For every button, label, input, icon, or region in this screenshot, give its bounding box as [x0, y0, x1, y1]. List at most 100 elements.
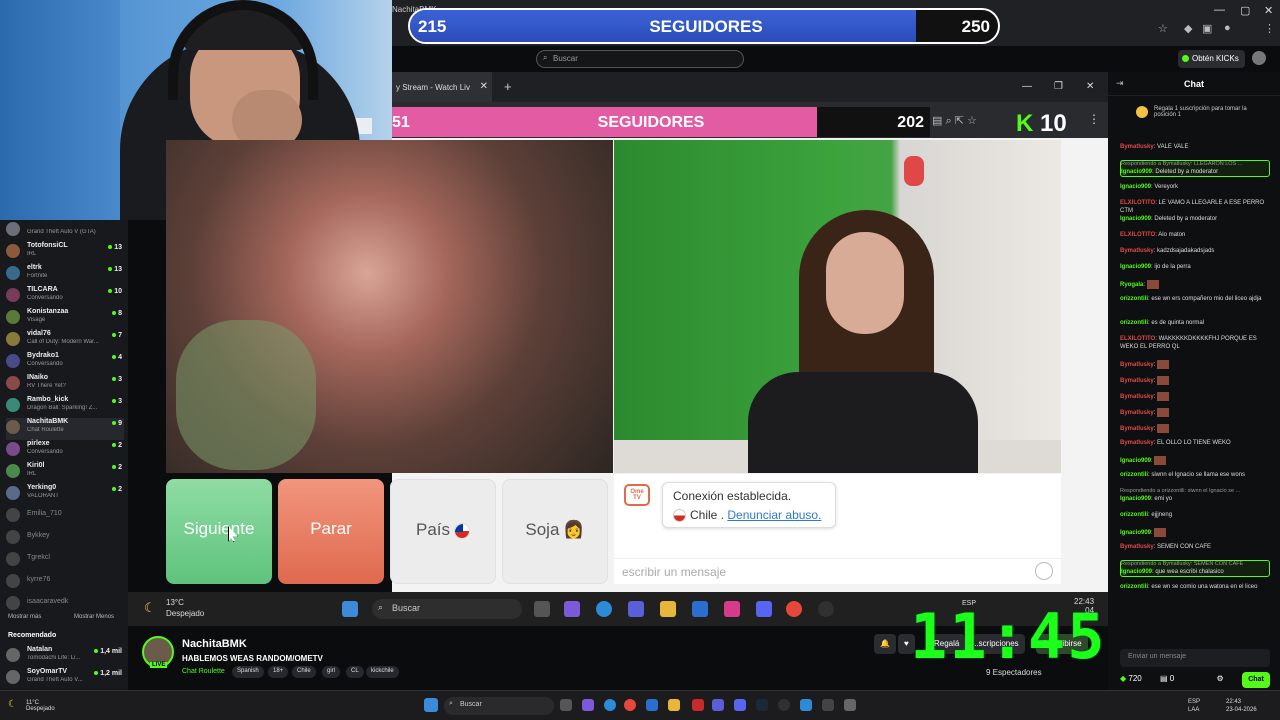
close-icon[interactable]: ✕ — [1264, 4, 1273, 17]
chat-message[interactable]: Ignacio909: ijo de la perra — [1120, 264, 1270, 272]
chat-username[interactable]: Ignacio909 — [1120, 530, 1151, 536]
store-icon[interactable] — [692, 601, 708, 617]
chat-message[interactable]: orizzontili: ese wn ers compañero mio de… — [1120, 296, 1270, 304]
outer-taskbar-search[interactable]: ⌕ Buscar — [444, 697, 554, 715]
chat-username[interactable]: ELXILOTITO — [1120, 232, 1155, 238]
app2-icon[interactable] — [800, 699, 812, 711]
emoji-icon[interactable] — [1035, 562, 1053, 580]
teams-icon[interactable] — [712, 699, 724, 711]
report-abuse-link[interactable]: Denunciar abuso. — [727, 508, 821, 522]
puzzle-icon[interactable]: ▣ — [1202, 22, 1212, 35]
chat-username[interactable]: Bymatlusky — [1120, 362, 1154, 368]
chat-message[interactable]: ELXILOTITO: LE VAMO A LLEGARLE A ESE PER… — [1120, 200, 1270, 215]
edge-icon[interactable] — [596, 601, 612, 617]
sidebar-channel[interactable]: Konistanzaa Visage 8 — [6, 308, 124, 330]
new-tab-icon[interactable]: + — [504, 79, 512, 94]
chat-message[interactable]: orizzontili: ese wn se comio una watona … — [1120, 584, 1270, 592]
copilot-icon[interactable] — [564, 601, 580, 617]
address-bar-icons[interactable]: ▤ ⌕ ⇱ ☆ — [932, 114, 977, 128]
sidebar-channel[interactable]: Grand Theft Auto V (GTA) — [6, 220, 124, 242]
chat-username[interactable]: Ignacio909 — [1121, 169, 1152, 175]
discord-icon[interactable] — [756, 601, 772, 617]
close-tab-icon[interactable]: ✕ — [480, 81, 488, 92]
sidebar-channel[interactable]: eltrk Fortnite 13 — [6, 264, 124, 286]
app3-icon[interactable] — [822, 699, 834, 711]
sidebar-offline-channel[interactable]: Bykkey — [6, 528, 124, 550]
chat-username[interactable]: ELXILOTITO — [1120, 200, 1155, 206]
obs-icon[interactable] — [778, 699, 790, 711]
menu-dots-icon[interactable]: ⋮ — [1264, 22, 1275, 35]
recommended-channel[interactable]: Natalan Tomodachi Life: Li... 1,4 mil — [6, 646, 124, 668]
chat-message[interactable]: Ryogala: — [1120, 280, 1270, 290]
chat-message[interactable]: Respondiendo a Bymatlusky: SEMEN CON CAF… — [1120, 560, 1270, 577]
sidebar-offline-channel[interactable]: Tgrekcl — [6, 550, 124, 572]
chat-message[interactable]: orizzontili: es de quinta normal — [1120, 320, 1270, 328]
collapse-chat-icon[interactable]: ⇥ — [1116, 78, 1124, 89]
chat-username[interactable]: Ignacio909 — [1120, 496, 1151, 502]
copilot-icon[interactable] — [582, 699, 594, 711]
sidebar-channel[interactable]: pirlexe Conversando 2 — [6, 440, 124, 462]
inner-menu-icon[interactable]: ⋮ — [1088, 112, 1100, 126]
chat-message[interactable]: Respondiendo a orizzontili: siwnn el Ign… — [1120, 488, 1270, 503]
chat-message[interactable]: Bymatlusky: — [1120, 392, 1270, 402]
windows-start-icon[interactable] — [424, 698, 438, 712]
tag-spanish[interactable]: Spanish — [232, 666, 264, 678]
chat-message[interactable]: Ignacio909: Deleted by a moderator — [1120, 216, 1270, 224]
chrome-icon[interactable] — [624, 699, 636, 711]
chat-username[interactable]: orizzontili — [1120, 320, 1148, 326]
inner-close-icon[interactable]: ✕ — [1086, 81, 1094, 92]
chat-message[interactable]: ELXILOTITO: WAKKKKKDKKKKFHJ PORQUE ES WE… — [1120, 336, 1270, 351]
chat-username[interactable]: Bymatlusky — [1120, 544, 1154, 550]
chat-message[interactable]: orizzontili: ejjjneng — [1120, 512, 1270, 520]
sidebar-channel[interactable]: Bydrako1 Conversando 4 — [6, 352, 124, 374]
chat-username[interactable]: Ignacio909 — [1121, 569, 1152, 575]
search-input[interactable]: ⌕ Buscar — [536, 50, 744, 68]
extension-icon[interactable]: ◆ — [1184, 22, 1192, 35]
tag-girl[interactable]: girl — [322, 666, 341, 678]
gender-button[interactable]: Soja 👩 — [502, 479, 608, 584]
instagram-icon[interactable] — [724, 601, 740, 617]
sidebar-channel[interactable]: INaiko RV There Yet? 3 — [6, 374, 124, 396]
store-icon[interactable] — [646, 699, 658, 711]
settings-icon[interactable]: ⚙ — [1216, 674, 1223, 683]
star-icon[interactable]: ☆ — [1158, 22, 1168, 35]
tag-chile[interactable]: Chile — [292, 666, 316, 678]
chrome-icon[interactable] — [786, 601, 802, 617]
chat-message[interactable]: ELXILOTITO: Alo maton — [1120, 232, 1270, 240]
file-explorer-icon[interactable] — [668, 699, 680, 711]
chat-username[interactable]: orizzontili — [1120, 472, 1148, 478]
file-explorer-icon[interactable] — [660, 601, 676, 617]
windows-start-icon[interactable] — [342, 601, 358, 617]
chat-username[interactable]: ELXILOTITO — [1120, 336, 1155, 342]
chat-message[interactable]: Bymatlusky: — [1120, 360, 1270, 370]
discord-icon[interactable] — [734, 699, 746, 711]
chat-username[interactable]: Bymatlusky — [1120, 410, 1154, 416]
chat-message[interactable]: Bymatlusky: — [1120, 408, 1270, 418]
app-icon[interactable] — [692, 699, 704, 711]
chat-username[interactable]: Bymatlusky — [1120, 248, 1154, 254]
chat-username[interactable]: Ignacio909 — [1120, 264, 1151, 270]
inner-minimize-icon[interactable]: — — [1022, 81, 1032, 92]
chat-username[interactable]: Ignacio909 — [1120, 458, 1151, 464]
teams-icon[interactable] — [628, 601, 644, 617]
chat-message[interactable]: Bymatlusky: VALE VALE — [1120, 144, 1270, 152]
sidebar-offline-channel[interactable]: isaacaravedk — [6, 594, 124, 616]
chat-username[interactable]: Bymatlusky — [1120, 144, 1154, 150]
chat-message[interactable]: Ignacio909: — [1120, 528, 1270, 538]
next-button[interactable]: Siguiente — [166, 479, 272, 584]
chat-message[interactable]: Bymatlusky: SEMEN CON CAFE — [1120, 544, 1270, 552]
inner-browser-tab[interactable]: y Stream - Watch Liv ✕ — [392, 72, 492, 102]
country-button[interactable]: País — [390, 479, 496, 584]
sidebar-channel[interactable]: Yerking0 VALORANT 2 — [6, 484, 124, 506]
sidebar-offline-channel[interactable]: Emilia_710 — [6, 506, 124, 528]
outer-clock[interactable]: 22:43 23-04-2026 — [1226, 698, 1257, 714]
minimize-icon[interactable]: — — [1214, 4, 1225, 16]
obs-icon[interactable] — [818, 601, 834, 617]
stop-button[interactable]: Parar — [278, 479, 384, 584]
tag-18[interactable]: 18+ — [268, 666, 289, 678]
outer-weather[interactable]: 11°C Despejado — [26, 700, 55, 712]
chat-message[interactable]: Bymatlusky: — [1120, 424, 1270, 434]
taskbar-search[interactable]: ⌕ Buscar — [372, 599, 522, 619]
notification-icon[interactable]: 🔔 — [874, 634, 896, 654]
stream-category[interactable]: Chat Roulette — [182, 668, 225, 675]
